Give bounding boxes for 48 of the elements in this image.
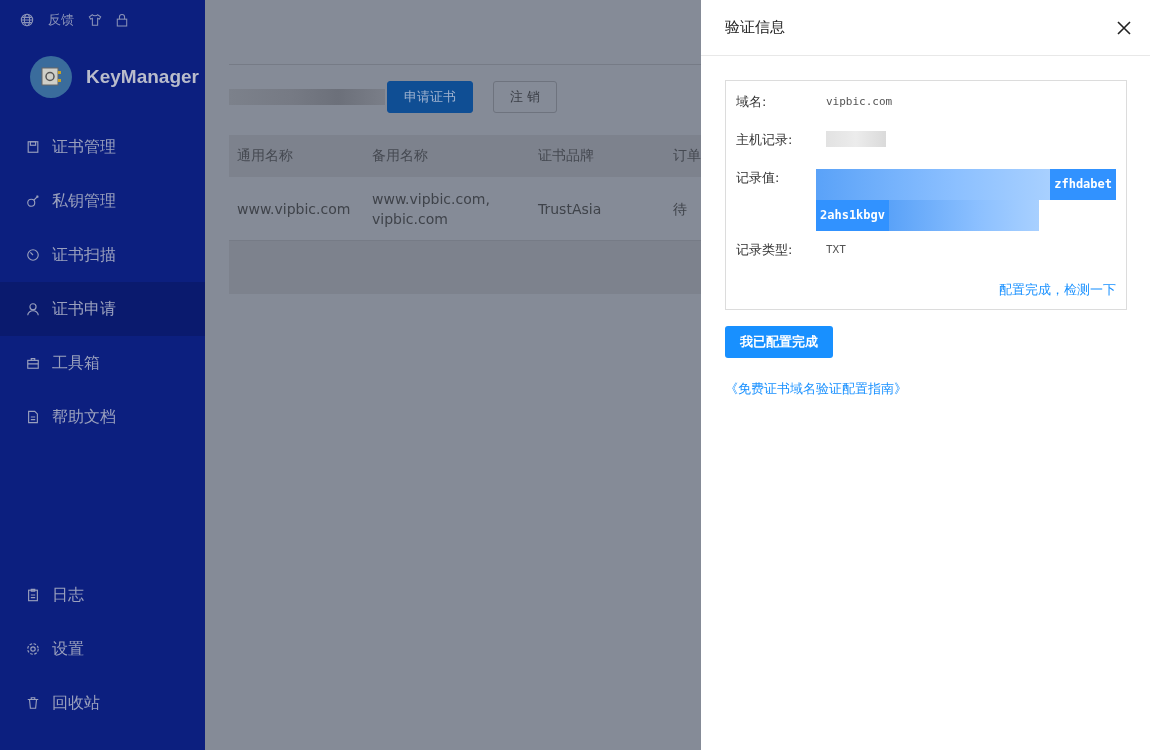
sidebar-item[interactable]: 帮助文档 (0, 390, 205, 444)
table-cell-text: TrustAsia (537, 199, 603, 219)
table-cell-text: www.vipbic.com (236, 199, 352, 219)
sidebar-item[interactable]: 设置 (0, 622, 205, 676)
clipboard-icon (26, 588, 40, 602)
safe-logo (30, 56, 72, 98)
drawer-title: 验证信息 (725, 18, 785, 37)
trash-icon (26, 696, 40, 710)
sidebar-item[interactable]: 证书申请 (0, 282, 205, 336)
selected-text: 2ahs1kbgv (816, 200, 890, 231)
sidebar-item[interactable]: 日志 (0, 568, 205, 622)
table-cell-text: www.vipbic.com, vipbic.com (371, 189, 491, 229)
table-cell-text: 待 (672, 199, 688, 219)
field-value: TXT (826, 242, 846, 258)
column-header: 备用名称 (371, 147, 429, 165)
cancel-button[interactable]: 注 销 (493, 81, 558, 113)
selected-text: zfhdabet (1050, 169, 1116, 200)
column-header: 通用名称 (236, 147, 294, 165)
field-label: 记录类型: (736, 241, 794, 259)
column-header: 订单 (672, 147, 701, 165)
check-link[interactable]: 配置完成，检测一下 (999, 281, 1116, 299)
toolbox-icon (26, 356, 40, 370)
field-label: 域名: (736, 93, 768, 111)
lock-icon[interactable] (116, 13, 128, 27)
guide-link[interactable]: 《免费证书域名验证配置指南》 (725, 380, 907, 398)
settings-icon (26, 642, 40, 656)
shirt-icon[interactable] (88, 13, 102, 27)
key-icon (26, 194, 40, 208)
apply-button[interactable]: 申请证书 (387, 81, 473, 113)
brand-name: KeyManager (86, 66, 199, 88)
sidebar-item[interactable]: 回收站 (0, 676, 205, 730)
sidebar-item[interactable]: 工具箱 (0, 336, 205, 390)
field-label: 记录值: (736, 169, 781, 187)
sidebar-item[interactable]: 私钥管理 (0, 174, 205, 228)
field-label: 主机记录: (736, 131, 794, 149)
field-value: vipbic.com (826, 94, 893, 110)
feedback-link[interactable]: 反馈 (48, 11, 74, 29)
user-icon (26, 302, 40, 316)
timer-icon (26, 248, 40, 262)
column-header: 证书品牌 (537, 147, 595, 165)
redacted-block (826, 131, 886, 147)
confirm-button[interactable]: 我已配置完成 (725, 326, 833, 358)
close-button[interactable] (1117, 20, 1131, 35)
globe-icon[interactable] (20, 13, 34, 27)
floppy-icon (26, 140, 40, 154)
document-icon (26, 410, 40, 424)
sidebar-item[interactable]: 证书扫描 (0, 228, 205, 282)
sidebar-item[interactable]: 证书管理 (0, 120, 205, 174)
